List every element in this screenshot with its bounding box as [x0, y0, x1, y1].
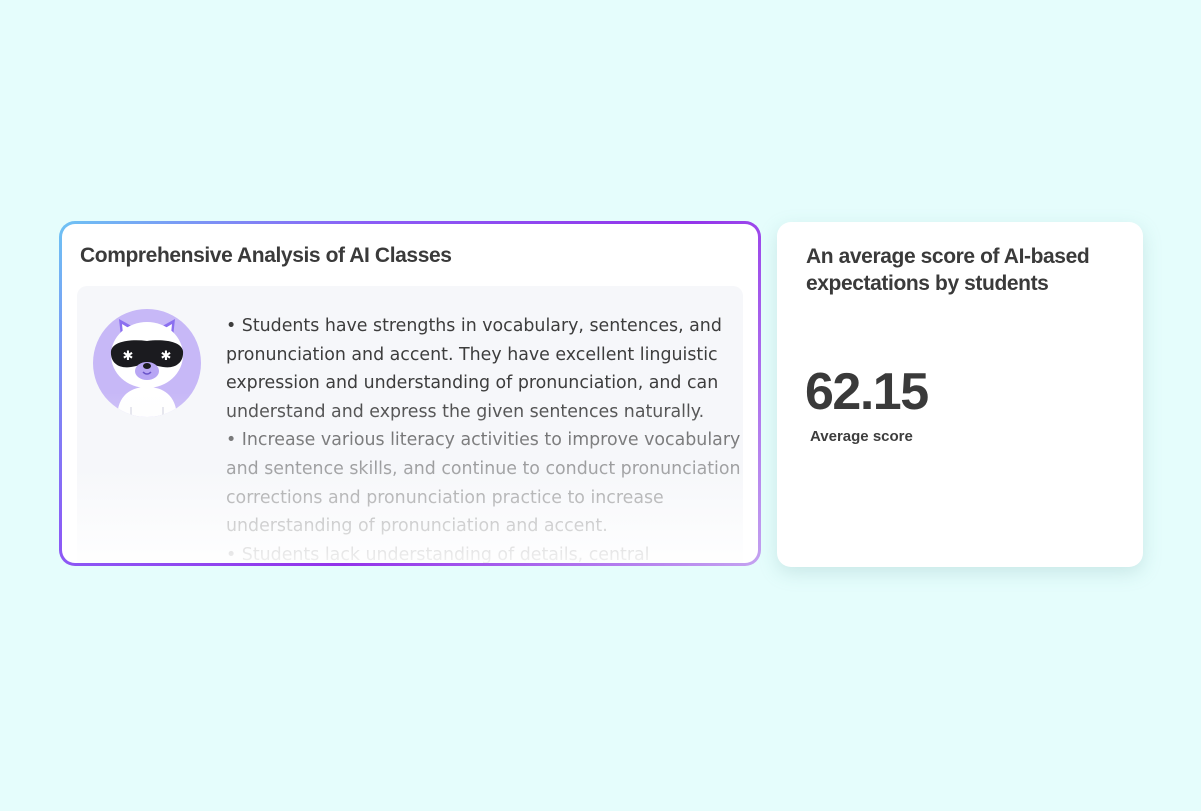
analysis-paragraph: • Students have strengths in vocabulary,… [226, 316, 722, 422]
average-score-label: Average score [810, 428, 913, 445]
analysis-card: Comprehensive Analysis of AI Classes ✱ ✱… [59, 221, 761, 566]
svg-text:✱: ✱ [161, 349, 172, 364]
analysis-paragraph: • Increase various literacy activities t… [226, 430, 741, 537]
svg-text:✱: ✱ [123, 349, 134, 364]
analysis-paragraph: • Students lack understanding of details… [226, 544, 650, 563]
average-score-value: 62.15 [805, 363, 929, 421]
analysis-text: • Students have strengths in vocabulary,… [226, 312, 741, 563]
analysis-body[interactable]: ✱ ✱ • Students have strengths in vocabul… [77, 286, 743, 563]
analysis-card-inner: Comprehensive Analysis of AI Classes ✱ ✱… [62, 224, 758, 563]
analysis-title: Comprehensive Analysis of AI Classes [80, 244, 452, 267]
score-title: An average score of AI-based expectation… [806, 245, 1090, 295]
panda-mascot-icon: ✱ ✱ [91, 307, 203, 419]
score-card: An average score of AI-based expectation… [777, 222, 1143, 567]
page: Comprehensive Analysis of AI Classes ✱ ✱… [0, 0, 1201, 811]
panda-mascot-svg: ✱ ✱ [93, 309, 201, 417]
